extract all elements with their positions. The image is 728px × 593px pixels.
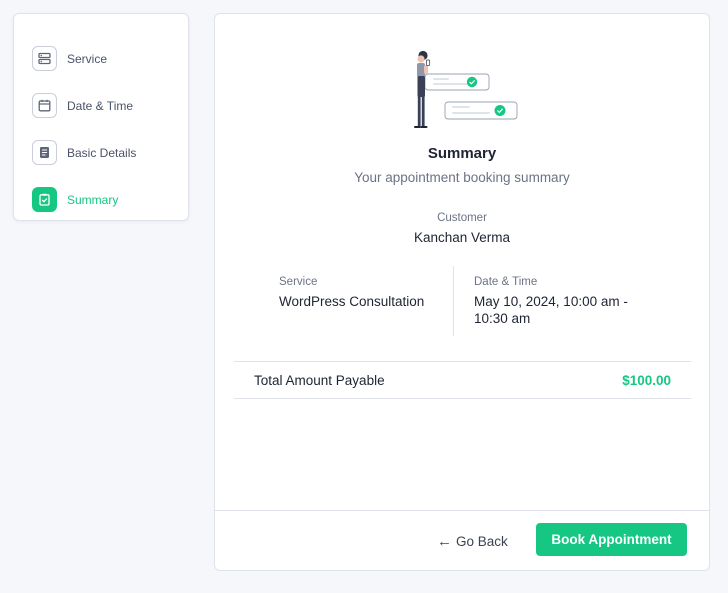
step-basic-details[interactable]: Basic Details [14, 129, 188, 176]
total-row: Total Amount Payable $100.00 [234, 361, 691, 399]
step-date-time[interactable]: Date & Time [14, 82, 188, 129]
customer-name: Kanchan Verma [413, 230, 511, 245]
checklist-icon [32, 187, 57, 212]
step-label: Service [67, 51, 108, 66]
book-appointment-button[interactable]: Book Appointment [536, 523, 687, 556]
booking-illustration [414, 50, 518, 128]
step-label: Summary [67, 192, 119, 207]
step-label: Date & Time [67, 98, 134, 113]
arrow-left-icon: ← [437, 532, 452, 550]
summary-subtitle: Your appointment booking summary [354, 170, 570, 185]
summary-title: Summary [427, 145, 497, 162]
summary-card: Summary Your appointment booking summary… [214, 13, 710, 571]
service-label: Service [279, 276, 318, 288]
step-label: Basic Details [67, 145, 137, 160]
datetime-label: Date & Time [474, 276, 538, 288]
service-value: WordPress Consultation [279, 294, 425, 309]
service-detail: Service WordPress Consultation [279, 276, 454, 310]
calendar-icon [32, 93, 57, 118]
card-footer: ← Go Back Book Appointment [215, 510, 709, 571]
step-service[interactable]: Service [14, 35, 188, 82]
customer-label: Customer [437, 212, 487, 224]
service-icon [32, 46, 57, 71]
total-label: Total Amount Payable [254, 372, 385, 388]
document-icon [32, 140, 57, 165]
datetime-detail: Date & Time May 10, 2024, 10:00 am - 10:… [474, 276, 649, 327]
booking-steps: Service Date & Time Basic Details Summar… [13, 13, 189, 221]
detail-divider [453, 266, 454, 336]
step-summary[interactable]: Summary [14, 176, 188, 223]
go-back-label: Go Back [456, 533, 508, 549]
datetime-value: May 10, 2024, 10:00 am - 10:30 am [474, 294, 628, 326]
total-amount: $100.00 [622, 372, 671, 388]
go-back-button[interactable]: ← Go Back [437, 529, 508, 553]
